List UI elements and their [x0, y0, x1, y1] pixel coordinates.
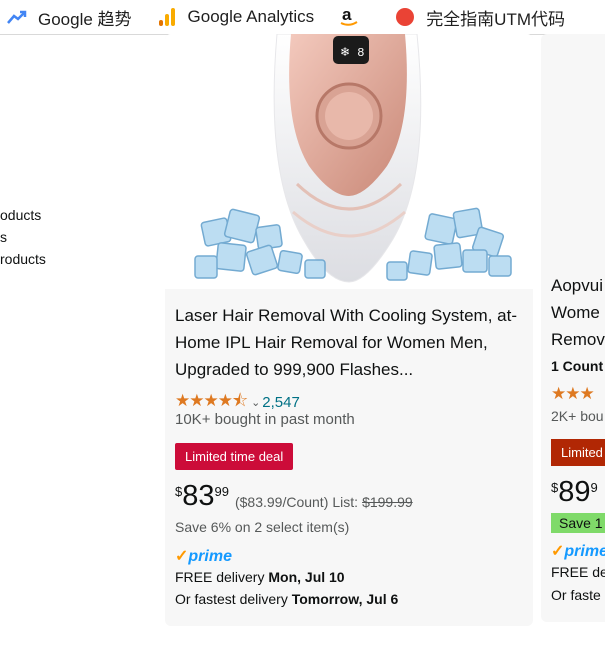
prime-badge: ✓prime: [551, 541, 605, 561]
price-whole: 89: [558, 476, 591, 508]
prime-badge: ✓prime: [175, 546, 232, 566]
price-symbol: $: [175, 484, 183, 499]
price-whole: 83: [182, 480, 215, 512]
price-symbol: $: [551, 480, 559, 495]
fastest-date: Tomorrow, Jul 6: [291, 591, 399, 607]
price-fraction: 9: [590, 480, 598, 495]
filter-link[interactable]: roducts: [0, 248, 46, 270]
filter-link[interactable]: oducts: [0, 204, 46, 226]
prime-check-icon: ✓: [175, 548, 189, 565]
red-circle-icon: [394, 6, 416, 28]
prime-label: prime: [188, 548, 232, 565]
bookmark-label: 完全指南UTM代码: [426, 9, 566, 29]
price-row[interactable]: $ 89 9: [551, 476, 598, 508]
analytics-bars-icon: [156, 6, 178, 28]
bookmark-google-analytics[interactable]: Google Analytics: [156, 6, 315, 28]
limited-deal-badge: Limited: [551, 439, 605, 466]
delivery-date: Mon, Jul 10: [268, 569, 345, 585]
bookmark-google-trends[interactable]: Google 趋势: [6, 5, 132, 30]
filter-link[interactable]: s: [0, 226, 46, 248]
filter-sidebar: oducts s roducts: [0, 204, 46, 270]
limited-deal-badge: Limited time deal: [175, 443, 294, 470]
trend-arrow-icon: [6, 6, 28, 28]
bookmark-amazon[interactable]: a: [338, 6, 370, 28]
chevron-down-icon[interactable]: ⌄: [251, 396, 260, 409]
list-price-label: List:: [332, 494, 359, 510]
bookmark-label: Google Analytics: [187, 7, 315, 26]
prime-label: prime: [564, 543, 605, 560]
delivery-info: FREE de: [551, 564, 605, 580]
amazon-a-icon: a: [338, 6, 360, 28]
rating-count[interactable]: 2,547: [262, 394, 300, 411]
star-rating-icon[interactable]: ★★★: [551, 384, 595, 404]
bought-count: 10K+ bought in past month: [175, 411, 355, 428]
unit-count: 1 Count: [551, 358, 604, 374]
svg-text:❄ 8: ❄ 8: [340, 46, 364, 60]
delivery-prefix: FREE delivery: [175, 569, 265, 585]
product-title[interactable]: Laser Hair Removal With Cooling System, …: [175, 302, 525, 383]
list-price: $199.99: [362, 494, 413, 510]
bought-count: 2K+ bou: [551, 408, 604, 424]
title-line[interactable]: Remov: [551, 326, 605, 353]
bookmarks-bar: Google 趋势 Google Analytics a 完全指南UTM代码: [0, 0, 605, 35]
product-title[interactable]: Aopvui Wome Remov: [551, 272, 605, 353]
title-line[interactable]: Wome: [551, 299, 605, 326]
svg-text:a: a: [342, 6, 352, 24]
prime-check-icon: ✓: [551, 543, 565, 560]
bookmark-utm-guide[interactable]: 完全指南UTM代码: [394, 5, 565, 30]
delivery-info: FREE delivery Mon, Jul 10: [175, 569, 345, 585]
fastest-delivery-info: Or fastest delivery Tomorrow, Jul 6: [175, 591, 398, 607]
price-row[interactable]: $ 83 99 ($83.99/Count) List: $199.99: [175, 480, 413, 512]
product-card[interactable]: Aopvui Wome Remov 1 Count ★★★ 2K+ bou Li…: [541, 34, 605, 622]
product-card[interactable]: ❄ 8 Laser Hair Removal With Cooling Syst…: [165, 34, 533, 626]
fastest-prefix: Or fastest delivery: [175, 591, 288, 607]
save-offer[interactable]: Save 6% on 2 select item(s): [175, 519, 349, 535]
product-image[interactable]: ❄ 8: [165, 34, 533, 289]
title-line[interactable]: Aopvui: [551, 272, 605, 299]
bookmark-label: Google 趋势: [38, 9, 132, 29]
unit-price: ($83.99/Count): [234, 494, 329, 510]
save-coupon-badge[interactable]: Save 1: [551, 513, 605, 533]
price-fraction: 99: [214, 484, 229, 499]
fastest-delivery-info: Or faste: [551, 587, 601, 603]
